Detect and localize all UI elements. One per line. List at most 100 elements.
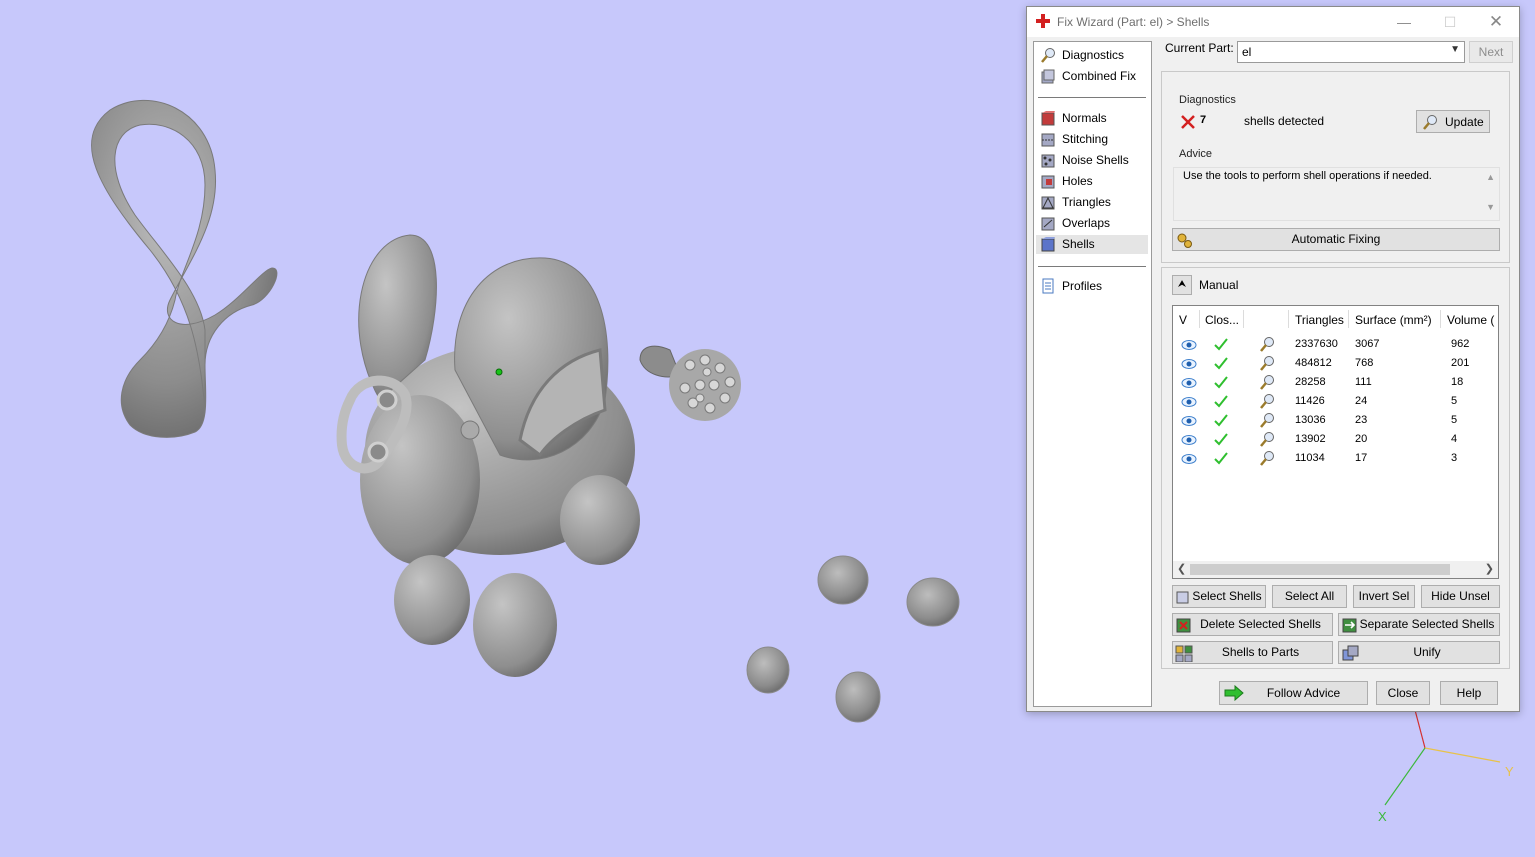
nav-holes[interactable]: Holes	[1036, 172, 1148, 191]
update-label: Update	[1445, 115, 1484, 129]
next-button[interactable]: Next	[1469, 41, 1513, 63]
check-icon	[1214, 338, 1228, 351]
unify-icon	[1342, 645, 1359, 661]
check-icon	[1214, 414, 1228, 427]
surface-cell: 17	[1355, 452, 1368, 464]
nav-normals-label: Normals	[1062, 111, 1107, 125]
separate-selected-shells-button[interactable]: Separate Selected Shells	[1338, 613, 1500, 636]
eye-icon[interactable]	[1181, 377, 1197, 389]
scrollbar-thumb[interactable]	[1190, 564, 1450, 575]
advice-text: Use the tools to perform shell operation…	[1183, 170, 1432, 182]
check-icon	[1214, 395, 1228, 408]
invert-sel-button[interactable]: Invert Sel	[1353, 585, 1415, 608]
nav-triangles[interactable]: Triangles	[1036, 193, 1148, 212]
overlaps-cube-icon	[1041, 217, 1055, 231]
advice-textbox[interactable]: Use the tools to perform shell operation…	[1173, 167, 1500, 221]
table-row[interactable]: 2337630 3067 962	[1173, 336, 1498, 355]
hide-unsel-button[interactable]: Hide Unsel	[1421, 585, 1500, 608]
volume-cell: 962	[1451, 338, 1470, 350]
nav-stitching[interactable]: Stitching	[1036, 130, 1148, 149]
nav-diagnostics[interactable]: Diagnostics	[1036, 46, 1148, 65]
eye-icon[interactable]	[1181, 415, 1197, 427]
col-visible-header[interactable]: V	[1179, 310, 1187, 330]
col-separator	[1199, 310, 1200, 328]
nav-holes-label: Holes	[1062, 174, 1093, 188]
scroll-up-icon[interactable]: ▲	[1486, 172, 1495, 182]
table-row[interactable]: 11034 17 3	[1173, 450, 1498, 469]
col-closed-header[interactable]: Clos...	[1205, 310, 1239, 330]
close-button[interactable]: Close	[1376, 681, 1430, 705]
collapse-manual-button[interactable]: ⮝	[1172, 275, 1192, 295]
eye-icon[interactable]	[1181, 396, 1197, 408]
error-x-icon	[1181, 115, 1195, 129]
table-row[interactable]: 28258 111 18	[1173, 374, 1498, 393]
nav-profiles[interactable]: Profiles	[1036, 277, 1148, 296]
shells-table: V Clos... Triangles Surface (mm²) Volume…	[1172, 305, 1499, 579]
nav-overlaps[interactable]: Overlaps	[1036, 214, 1148, 233]
col-separator	[1440, 310, 1441, 328]
table-row[interactable]: 11426 24 5	[1173, 393, 1498, 412]
delete-selected-shells-button[interactable]: Delete Selected Shells	[1172, 613, 1333, 636]
surface-cell: 24	[1355, 395, 1368, 407]
table-row[interactable]: 484812 768 201	[1173, 355, 1498, 374]
volume-cell: 201	[1451, 357, 1470, 369]
close-window-button[interactable]: ✕	[1473, 7, 1519, 37]
select-cube-icon	[1176, 591, 1189, 604]
table-row[interactable]: 13036 23 5	[1173, 412, 1498, 431]
magnifier-icon	[1423, 115, 1437, 130]
maximize-button[interactable]: ☐	[1427, 7, 1473, 37]
nav-noise-shells-label: Noise Shells	[1062, 153, 1129, 167]
nav-shells[interactable]: Shells	[1036, 235, 1148, 254]
nav-stitching-label: Stitching	[1062, 132, 1109, 146]
select-all-button[interactable]: Select All	[1272, 585, 1347, 608]
table-row[interactable]: 13902 20 4	[1173, 431, 1498, 450]
eye-icon[interactable]	[1181, 358, 1197, 370]
volume-cell: 3	[1451, 452, 1458, 464]
magnifier-icon[interactable]	[1259, 412, 1275, 428]
nav-triangles-label: Triangles	[1062, 195, 1111, 209]
nav-normals[interactable]: Normals	[1036, 109, 1148, 128]
col-surface-header[interactable]: Surface (mm²)	[1355, 310, 1432, 330]
shells-to-parts-button[interactable]: Shells to Parts	[1172, 641, 1333, 664]
follow-advice-button[interactable]: Follow Advice	[1219, 681, 1368, 705]
current-part-select[interactable]: el ▼	[1237, 41, 1465, 63]
nav-noise-shells[interactable]: Noise Shells	[1036, 151, 1148, 170]
minimize-button[interactable]: —	[1381, 7, 1427, 37]
nav-overlaps-label: Overlaps	[1062, 216, 1111, 230]
col-separator	[1243, 310, 1244, 328]
magnifier-icon[interactable]	[1259, 355, 1275, 371]
volume-cell: 5	[1451, 414, 1458, 426]
magnifier-icon[interactable]	[1259, 374, 1275, 390]
green-arrow-icon	[1224, 685, 1244, 701]
gears-icon	[1177, 233, 1192, 248]
help-button[interactable]: Help	[1440, 681, 1498, 705]
horizontal-scrollbar[interactable]: ❮ ❯	[1173, 561, 1498, 578]
col-triangles-header[interactable]: Triangles	[1295, 310, 1344, 330]
magnifier-icon[interactable]	[1259, 393, 1275, 409]
triangles-cell: 484812	[1295, 357, 1332, 369]
eye-icon[interactable]	[1181, 434, 1197, 446]
eye-icon[interactable]	[1181, 339, 1197, 351]
title-bar[interactable]: Fix Wizard (Part: el) > Shells — ☐ ✕	[1027, 7, 1519, 37]
scroll-left-icon[interactable]: ❮	[1177, 562, 1186, 575]
update-button[interactable]: Update	[1416, 110, 1490, 133]
eye-icon[interactable]	[1181, 453, 1197, 465]
automatic-fixing-button[interactable]: Automatic Fixing	[1172, 228, 1500, 251]
holes-cube-icon	[1041, 175, 1055, 189]
magnifier-icon[interactable]	[1259, 431, 1275, 447]
nav-combined-fix[interactable]: Combined Fix	[1036, 67, 1148, 86]
diagnostics-heading: Diagnostics	[1179, 94, 1236, 106]
nav-divider	[1038, 97, 1146, 98]
fix-step-list: Diagnostics Combined Fix Normals Stitchi…	[1033, 41, 1152, 707]
scroll-down-icon[interactable]: ▼	[1486, 202, 1495, 212]
magnifier-icon[interactable]	[1259, 450, 1275, 466]
chevron-down-icon: ▼	[1450, 44, 1460, 55]
magnifier-icon[interactable]	[1259, 336, 1275, 352]
unify-button[interactable]: Unify	[1338, 641, 1500, 664]
col-volume-header[interactable]: Volume (	[1447, 310, 1494, 330]
scroll-right-icon[interactable]: ❯	[1485, 562, 1494, 575]
surface-cell: 23	[1355, 414, 1368, 426]
select-shells-button[interactable]: Select Shells	[1172, 585, 1266, 608]
surface-cell: 3067	[1355, 338, 1380, 350]
nav-diagnostics-label: Diagnostics	[1062, 48, 1125, 62]
